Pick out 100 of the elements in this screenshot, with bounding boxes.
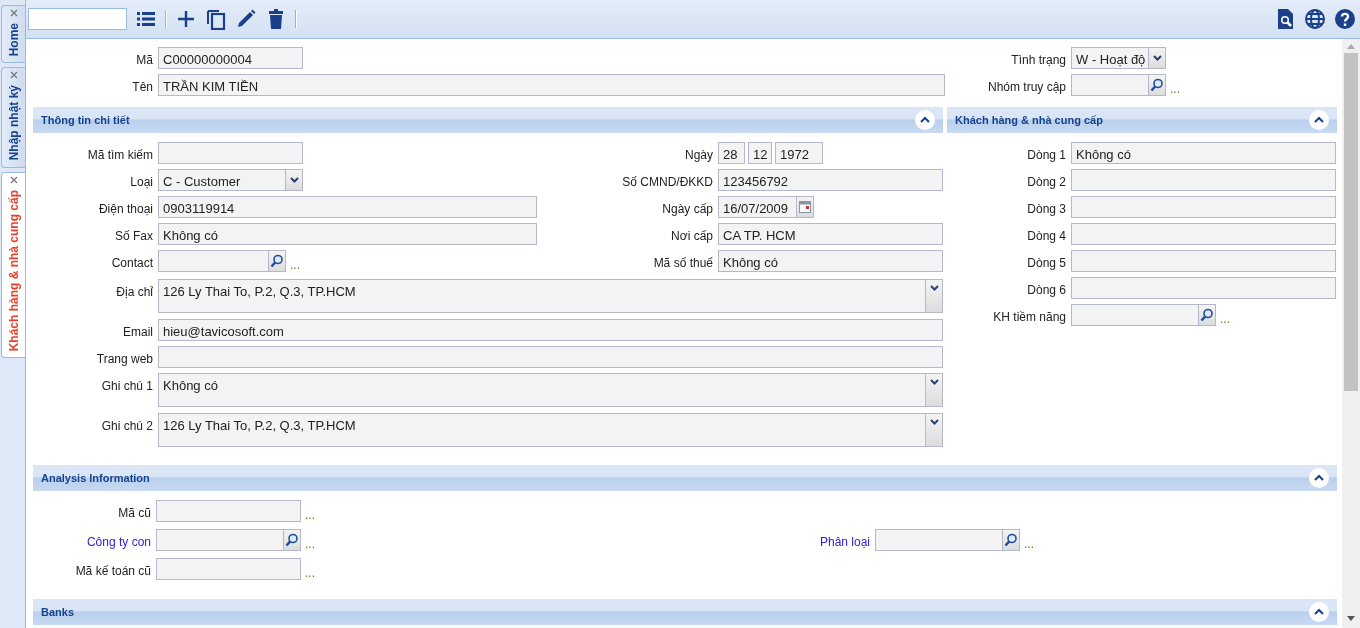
field-label: Dòng 2 bbox=[1026, 174, 1066, 191]
copy-icon[interactable] bbox=[205, 8, 227, 30]
field-label: Ghi chú 1 bbox=[100, 378, 153, 395]
chevron-down-icon bbox=[929, 285, 939, 291]
section-title: Banks bbox=[41, 604, 75, 620]
scrollbar[interactable] bbox=[1342, 39, 1360, 628]
text-field[interactable]: hieu@tavicosoft.com bbox=[158, 319, 943, 341]
lookup-button[interactable] bbox=[1002, 530, 1019, 550]
text-field[interactable]: 28 bbox=[718, 142, 745, 164]
text-field[interactable]: Không có bbox=[1071, 142, 1336, 164]
field-label: Trang web bbox=[95, 351, 153, 368]
pencil-icon[interactable] bbox=[235, 8, 257, 30]
text-field[interactable]: TRẦN KIM TIỀN bbox=[158, 74, 945, 96]
globe-icon[interactable] bbox=[1304, 8, 1326, 30]
chevron-up-icon bbox=[920, 116, 930, 124]
text-field[interactable] bbox=[1071, 196, 1336, 218]
field-label: Dòng 5 bbox=[1026, 255, 1066, 272]
field-link[interactable]: Công ty con bbox=[33, 529, 151, 551]
field-label: Dòng 3 bbox=[1026, 201, 1066, 218]
field-label: Mã tìm kiếm bbox=[86, 147, 153, 164]
close-icon bbox=[9, 9, 18, 17]
lookup-button[interactable] bbox=[1148, 75, 1165, 95]
more-link[interactable]: ... bbox=[301, 500, 315, 524]
search-icon bbox=[270, 254, 284, 268]
text-field[interactable]: CA TP. HCM bbox=[718, 223, 943, 245]
date-field[interactable]: 16/07/2009 bbox=[718, 196, 814, 218]
field-label: Mã bbox=[135, 52, 153, 69]
field-label: Mã số thuế bbox=[652, 255, 713, 272]
text-field[interactable] bbox=[1071, 250, 1336, 272]
more-link[interactable]: ... bbox=[1216, 304, 1230, 328]
lookup-button[interactable] bbox=[1198, 305, 1215, 325]
field-label: Email bbox=[122, 324, 153, 341]
collapse-button[interactable] bbox=[1309, 602, 1329, 622]
toolbar-search-field[interactable] bbox=[28, 8, 127, 30]
text-field[interactable] bbox=[158, 346, 943, 368]
more-link[interactable]: ... bbox=[286, 250, 300, 274]
field-label: Dòng 4 bbox=[1026, 228, 1066, 245]
text-field[interactable] bbox=[158, 142, 303, 164]
search-icon bbox=[285, 533, 299, 547]
text-field[interactable] bbox=[156, 558, 301, 580]
calendar-icon bbox=[799, 201, 811, 213]
collapse-button[interactable] bbox=[1309, 468, 1329, 488]
lookup-button[interactable] bbox=[268, 251, 285, 271]
section-title: Thông tin chi tiết bbox=[41, 112, 130, 128]
text-field[interactable]: C00000000004 bbox=[158, 47, 303, 69]
search-icon bbox=[1004, 533, 1018, 547]
lookup-field[interactable] bbox=[875, 529, 1020, 551]
field-label: Địa chỉ bbox=[115, 284, 153, 301]
text-field[interactable] bbox=[1071, 223, 1336, 245]
text-area[interactable]: 126 Ly Thai To, P.2, Q.3, TP.HCM bbox=[158, 279, 943, 313]
side-tab[interactable]: Home bbox=[1, 5, 25, 64]
more-link[interactable]: ... bbox=[1020, 529, 1034, 553]
collapse-button[interactable] bbox=[915, 110, 935, 130]
lookup-button[interactable] bbox=[283, 530, 300, 550]
field-label: Ngày cấp bbox=[661, 201, 713, 218]
lookup-field[interactable] bbox=[156, 529, 301, 551]
field-label: Tên bbox=[131, 79, 153, 96]
lookup-field[interactable] bbox=[1071, 74, 1166, 96]
more-link[interactable]: ... bbox=[301, 529, 315, 553]
text-area[interactable]: 126 Ly Thai To, P.2, Q.3, TP.HCM bbox=[158, 413, 943, 447]
collapse-button[interactable] bbox=[1309, 110, 1329, 130]
text-field[interactable]: Không có bbox=[718, 250, 943, 272]
select-field[interactable]: W - Hoạt độ bbox=[1071, 47, 1166, 69]
help-icon[interactable] bbox=[1334, 8, 1356, 30]
text-field[interactable]: 0903119914 bbox=[158, 196, 537, 218]
scroll-down-arrow-icon[interactable] bbox=[1346, 616, 1356, 622]
side-tab[interactable]: Nhập nhật ký bbox=[1, 67, 25, 168]
text-field[interactable] bbox=[1071, 169, 1336, 191]
field-label: Ghi chú 2 bbox=[100, 418, 153, 435]
plus-icon[interactable] bbox=[175, 8, 197, 30]
more-link[interactable]: ... bbox=[301, 558, 315, 582]
text-field[interactable]: 1972 bbox=[775, 142, 823, 164]
chevron-down-icon bbox=[929, 379, 939, 385]
field-label: Contact bbox=[110, 255, 153, 272]
select-field[interactable]: C - Customer bbox=[158, 169, 303, 191]
text-field[interactable]: 12 bbox=[748, 142, 772, 164]
field-link[interactable]: Phân loại bbox=[673, 529, 870, 551]
calendar-button[interactable] bbox=[796, 197, 813, 217]
field-label: Tình trạng bbox=[1010, 52, 1066, 69]
field-label: Điện thoại bbox=[97, 201, 153, 218]
text-field[interactable] bbox=[156, 500, 301, 522]
text-area[interactable]: Không có bbox=[158, 373, 943, 407]
field-label: KH tiềm năng bbox=[992, 309, 1066, 326]
close-icon bbox=[9, 71, 18, 80]
field-label: Số CMND/ĐKKD bbox=[621, 174, 713, 191]
lookup-field[interactable] bbox=[1071, 304, 1216, 326]
text-field[interactable] bbox=[1071, 277, 1336, 299]
field-label: Loại bbox=[129, 174, 153, 191]
lookup-field[interactable] bbox=[158, 250, 286, 272]
section-title: Analysis Information bbox=[41, 470, 150, 486]
text-field[interactable]: Không có bbox=[158, 223, 537, 245]
field-label: Dòng 6 bbox=[1026, 282, 1066, 299]
text-field[interactable]: 123456792 bbox=[718, 169, 943, 191]
search-icon bbox=[1150, 78, 1164, 92]
side-tab[interactable]: Khách hàng & nhà cung cấp bbox=[1, 171, 25, 359]
field-label: Nhóm truy cập bbox=[986, 79, 1066, 96]
close-icon bbox=[9, 175, 18, 184]
field-label: Nơi cấp bbox=[670, 228, 713, 245]
field-label: Mã cũ bbox=[117, 505, 151, 522]
more-link[interactable]: ... bbox=[1166, 74, 1180, 98]
